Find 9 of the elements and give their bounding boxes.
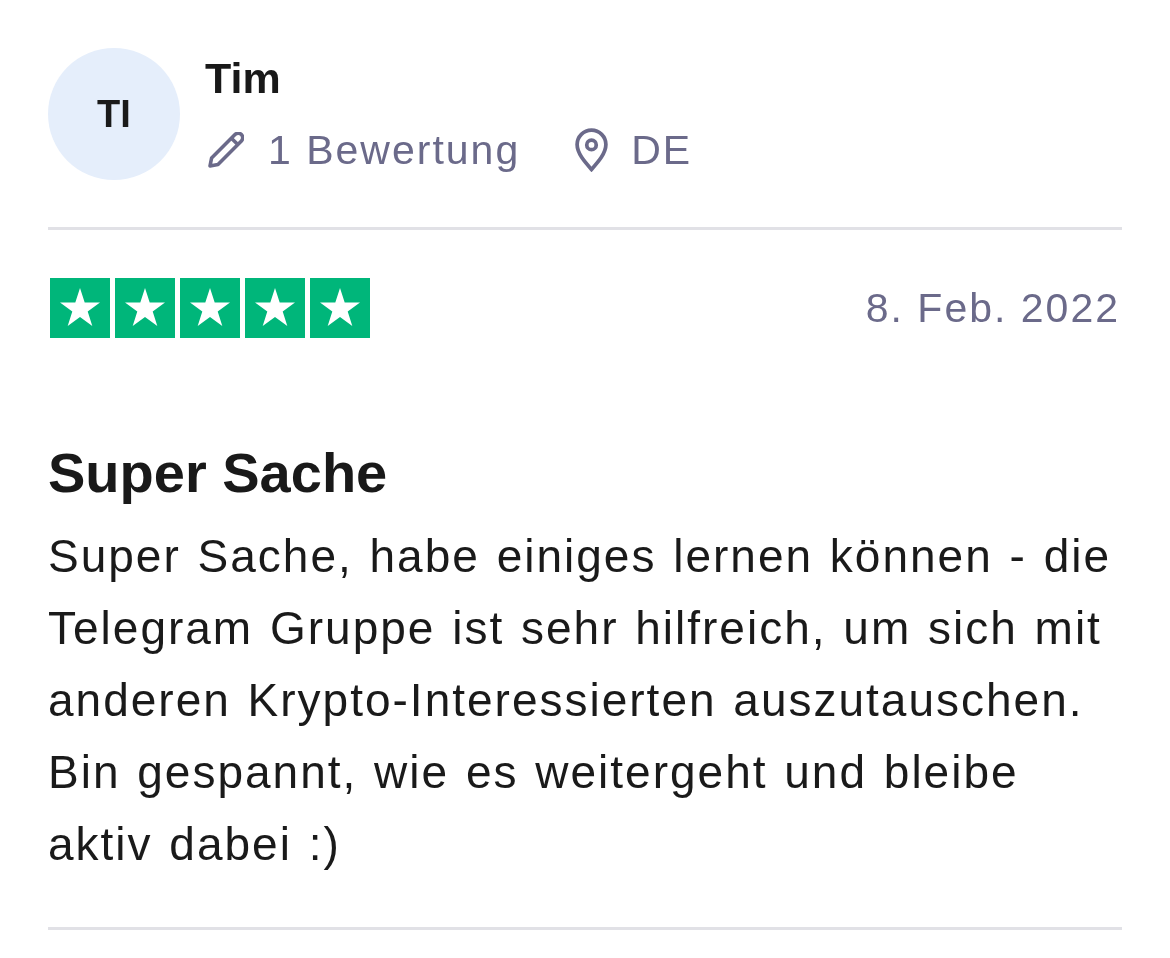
pencil-icon	[208, 132, 244, 168]
review-text: Super Sache, habe einiges lernen können - die Telegram Gruppe ist sehr hilfreich, um sich mit anderen Krypto-Interessierten auszutauschen. Bin gespannt, wie es weitergeht und bleibe aktiv dabei :)	[48, 529, 1112, 872]
location-pin-icon	[574, 128, 610, 172]
avatar-initials: TI	[48, 48, 180, 180]
reviewer-name[interactable]: Tim	[205, 53, 281, 103]
country-label: DE	[631, 126, 693, 174]
review-count: 1 Bewertung	[268, 126, 521, 174]
review-title: Super Sache	[48, 441, 389, 505]
review-date: 8. Feb. 2022	[865, 284, 1120, 332]
